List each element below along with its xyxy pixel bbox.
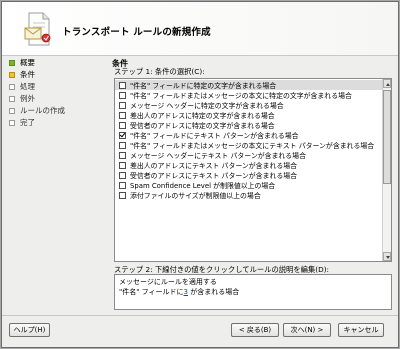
- condition-item[interactable]: 差出人のアドレスに特定の文字が含まれる場合: [115, 110, 385, 120]
- condition-checkbox-checked[interactable]: [119, 131, 126, 139]
- condition-item[interactable]: "件名" フィールドにテキスト パターンが含まれる場合: [115, 130, 385, 140]
- condition-checkbox[interactable]: [119, 191, 126, 199]
- condition-checkbox[interactable]: [119, 81, 126, 89]
- rule-description-box: メッセージにルールを適用する "件名" フィールドに3 が含まれる場合: [114, 274, 392, 310]
- scrollbar-thumb[interactable]: [383, 90, 391, 184]
- condition-item[interactable]: "件名" フィールドまたはメッセージの本文にテキスト パターンが含まれる場合: [115, 140, 385, 150]
- condition-item[interactable]: メッセージ ヘッダーにテキスト パターンが含まれる場合: [115, 150, 385, 160]
- wizard-title: トランスポート ルールの新規作成: [62, 27, 211, 38]
- condition-checkbox[interactable]: [119, 111, 126, 119]
- condition-checkbox[interactable]: [119, 181, 126, 189]
- step1-label: ステップ 1: 条件の選択(C):: [114, 67, 205, 76]
- condition-label: "件名" フィールドにテキスト パターンが含まれる場合: [130, 132, 299, 140]
- rule-description-line: メッセージにルールを適用する: [119, 278, 217, 286]
- wizard-step-label: 概要: [20, 58, 35, 67]
- wizard-step-label: 完了: [20, 118, 35, 127]
- wizard-steps-pane: 概要 条件 処理 例外 ルールの作成 完了: [2, 57, 106, 311]
- rule-description-text: が含まれる場合: [188, 288, 240, 296]
- step-done-indicator: [9, 59, 15, 66]
- wizard-step-completion: 完了: [9, 117, 35, 128]
- step-current-indicator: [9, 71, 15, 78]
- wizard-step-actions: 処理: [9, 81, 35, 92]
- conditions-page: 条件 ステップ 1: 条件の選択(C): "件名" フィールドに特定の文字が含ま…: [111, 58, 395, 310]
- condition-checkbox[interactable]: [119, 101, 126, 109]
- wizard-step-create-rule: ルールの作成: [9, 105, 65, 116]
- condition-item[interactable]: 受信者のアドレスに特定の文字が含まれる場合: [115, 120, 385, 130]
- condition-label: メッセージ ヘッダーにテキスト パターンが含まれる場合: [130, 152, 306, 160]
- condition-checkbox[interactable]: [119, 171, 126, 179]
- condition-label: 添付ファイルのサイズが制限値以上の場合: [130, 192, 261, 200]
- condition-item[interactable]: 添付ファイルのサイズが制限値以上の場合: [115, 190, 385, 200]
- cancel-button[interactable]: キャンセル: [338, 323, 384, 337]
- wizard-step-exceptions: 例外: [9, 93, 35, 104]
- condition-checkbox[interactable]: [119, 91, 126, 99]
- step-pending-indicator: [9, 83, 15, 90]
- condition-item[interactable]: 受信者のアドレスにテキスト パターンが含まれる場合: [115, 170, 385, 180]
- condition-label: Spam Confidence Level が制限値以上の場合: [130, 182, 276, 190]
- condition-label: "件名" フィールドまたはメッセージの本文に特定の文字が含まれる場合: [130, 92, 352, 100]
- wizard-step-overview: 概要: [9, 57, 35, 68]
- wizard-step-label: 条件: [20, 70, 35, 79]
- wizard-step-label: ルールの作成: [20, 106, 65, 115]
- condition-label: 受信者のアドレスにテキスト パターンが含まれる場合: [130, 172, 298, 180]
- condition-item[interactable]: メッセージ ヘッダーに特定の文字が含まれる場合: [115, 100, 385, 110]
- condition-item[interactable]: "件名" フィールドまたはメッセージの本文に特定の文字が含まれる場合: [115, 90, 385, 100]
- condition-checkbox[interactable]: [119, 141, 126, 149]
- wizard-step-label: 処理: [20, 82, 35, 91]
- condition-label: 差出人のアドレスに特定の文字が含まれる場合: [130, 112, 275, 120]
- condition-checkbox[interactable]: [119, 121, 126, 129]
- step-pending-indicator: [9, 95, 15, 102]
- wizard-header: トランスポート ルールの新規作成: [2, 2, 398, 56]
- back-button[interactable]: < 戻る(B): [231, 323, 279, 337]
- footer-divider: [2, 315, 398, 316]
- conditions-scrollbar[interactable]: [382, 79, 391, 261]
- condition-checkbox[interactable]: [119, 151, 126, 159]
- condition-item[interactable]: 差出人のアドレスにテキスト パターンが含まれる場合: [115, 160, 385, 170]
- step-pending-indicator: [9, 119, 15, 126]
- next-button[interactable]: 次へ(N) >: [283, 323, 331, 337]
- help-button[interactable]: ヘルプ(H): [9, 323, 50, 337]
- scroll-down-arrow-icon[interactable]: [383, 252, 391, 261]
- condition-item[interactable]: "件名" フィールドに特定の文字が含まれる場合: [115, 80, 385, 90]
- rule-description-text: "件名" フィールドに: [119, 288, 184, 296]
- condition-label: "件名" フィールドに特定の文字が含まれる場合: [130, 82, 277, 90]
- condition-label: 差出人のアドレスにテキスト パターンが含まれる場合: [130, 162, 298, 170]
- wizard-step-label: 例外: [20, 94, 35, 103]
- rule-description-line: "件名" フィールドに3 が含まれる場合: [119, 287, 239, 297]
- condition-item[interactable]: Spam Confidence Level が制限値以上の場合: [115, 180, 385, 190]
- conditions-listbox[interactable]: "件名" フィールドに特定の文字が含まれる場合 "件名" フィールドまたはメッセ…: [114, 78, 392, 262]
- wizard-step-conditions: 条件: [9, 69, 35, 80]
- condition-checkbox[interactable]: [119, 161, 126, 169]
- condition-label: メッセージ ヘッダーに特定の文字が含まれる場合: [130, 102, 284, 110]
- scroll-up-arrow-icon[interactable]: [383, 79, 391, 88]
- wizard-window: トランスポート ルールの新規作成 概要 条件 処理 例外 ルールの作成 完了 条…: [1, 1, 399, 348]
- condition-label: "件名" フィールドまたはメッセージの本文にテキスト パターンが含まれる場合: [130, 142, 375, 150]
- document-wizard-icon: [24, 12, 51, 46]
- condition-label: 受信者のアドレスに特定の文字が含まれる場合: [130, 122, 275, 130]
- step-pending-indicator: [9, 107, 15, 114]
